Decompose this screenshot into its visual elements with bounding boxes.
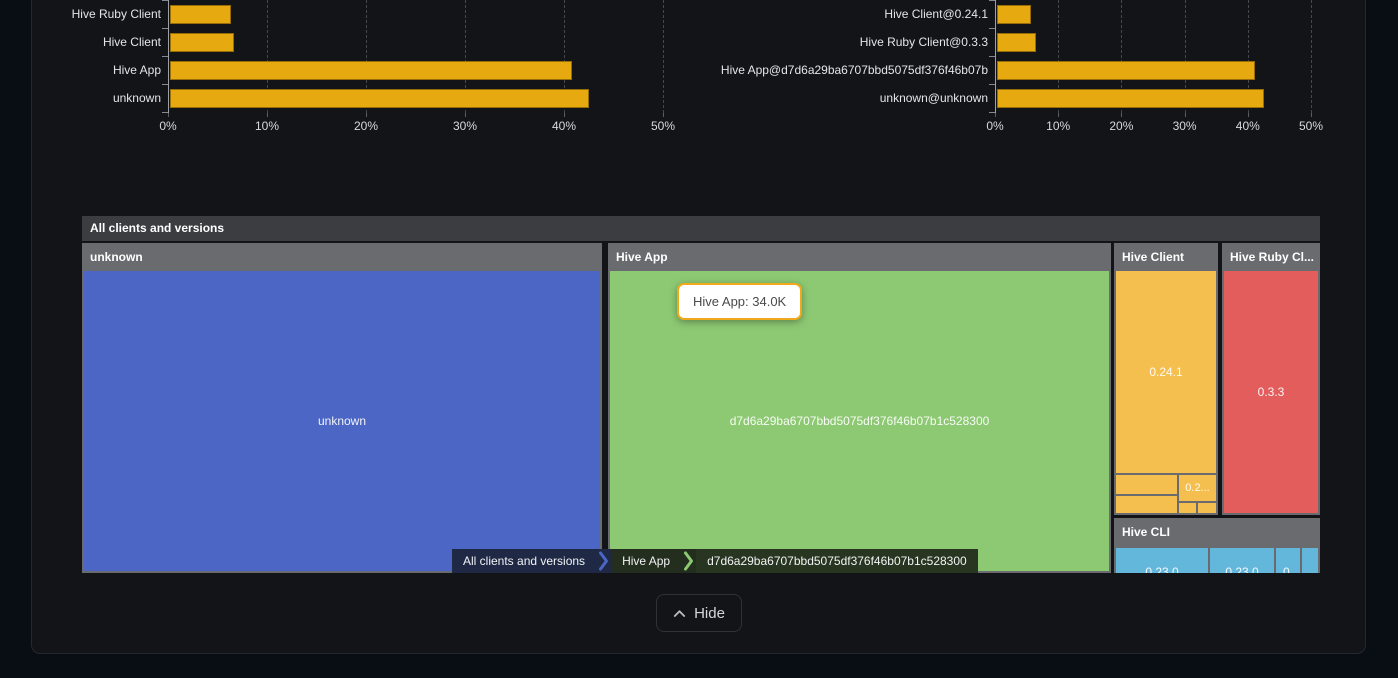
treemap-section-unknown[interactable]: unknown unknown: [82, 243, 602, 573]
bar[interactable]: [997, 5, 1031, 24]
bar[interactable]: [170, 61, 572, 80]
treemap-cell-hive-client-02x[interactable]: 0.2...: [1179, 475, 1216, 501]
bar[interactable]: [997, 89, 1264, 108]
treemap-tooltip: Hive App: 34.0K: [677, 283, 802, 320]
treemap-section-hive-app-header[interactable]: Hive App: [608, 243, 1111, 271]
treemap-cell[interactable]: [1302, 548, 1318, 573]
chevron-up-icon: [673, 609, 686, 618]
bar[interactable]: [997, 61, 1255, 80]
treemap-section-hive-ruby-client-header[interactable]: Hive Ruby Cl...: [1222, 243, 1320, 271]
treemap-breadcrumb: All clients and versions Hive App d7d6a2…: [452, 549, 978, 573]
treemap-cell[interactable]: [1198, 503, 1216, 513]
chevron-right-icon: [681, 549, 696, 573]
treemap-cell[interactable]: [1116, 475, 1177, 494]
clients-treemap: All clients and versions unknown unknown…: [82, 216, 1320, 573]
treemap-cell[interactable]: [1179, 503, 1196, 513]
treemap-section-unknown-header[interactable]: unknown: [82, 243, 602, 271]
breadcrumb-hive-app[interactable]: Hive App: [611, 549, 681, 573]
hide-button[interactable]: Hide: [656, 594, 742, 632]
bar[interactable]: [997, 33, 1036, 52]
treemap-section-hive-ruby-client[interactable]: Hive Ruby Cl... 0.3.3: [1222, 243, 1320, 515]
treemap-root-header[interactable]: All clients and versions: [82, 216, 1320, 241]
page: 0%10%20%30%40%50%Hive Ruby ClientHive Cl…: [0, 0, 1398, 678]
treemap-section-hive-cli[interactable]: Hive CLI 0.23.0 0.23.0 0.: [1114, 518, 1320, 573]
bar[interactable]: [170, 5, 231, 24]
treemap-cell-unknown[interactable]: unknown: [84, 271, 600, 571]
treemap-cell-hive-cli-0[interactable]: 0.23.0: [1116, 548, 1208, 573]
treemap-cell-hive-cli-1[interactable]: 0.23.0: [1210, 548, 1274, 573]
treemap-cell-hive-cli-2[interactable]: 0.: [1276, 548, 1300, 573]
treemap-section-hive-cli-header[interactable]: Hive CLI: [1114, 518, 1320, 546]
hide-button-label: Hide: [694, 605, 725, 622]
treemap-cell-hive-ruby-033[interactable]: 0.3.3: [1224, 271, 1318, 513]
bar[interactable]: [170, 89, 589, 108]
treemap-section-hive-client[interactable]: Hive Client 0.24.1 0.2...: [1114, 243, 1218, 515]
breadcrumb-root[interactable]: All clients and versions: [452, 549, 596, 573]
treemap-cell-hive-client-0241[interactable]: 0.24.1: [1116, 271, 1216, 473]
treemap-cell[interactable]: [1116, 496, 1177, 513]
breadcrumb-hash[interactable]: d7d6a29ba6707bbd5075df376f46b07b1c528300: [696, 549, 978, 573]
treemap-section-hive-client-header[interactable]: Hive Client: [1114, 243, 1218, 271]
chevron-right-icon: [596, 549, 611, 573]
bar[interactable]: [170, 33, 234, 52]
